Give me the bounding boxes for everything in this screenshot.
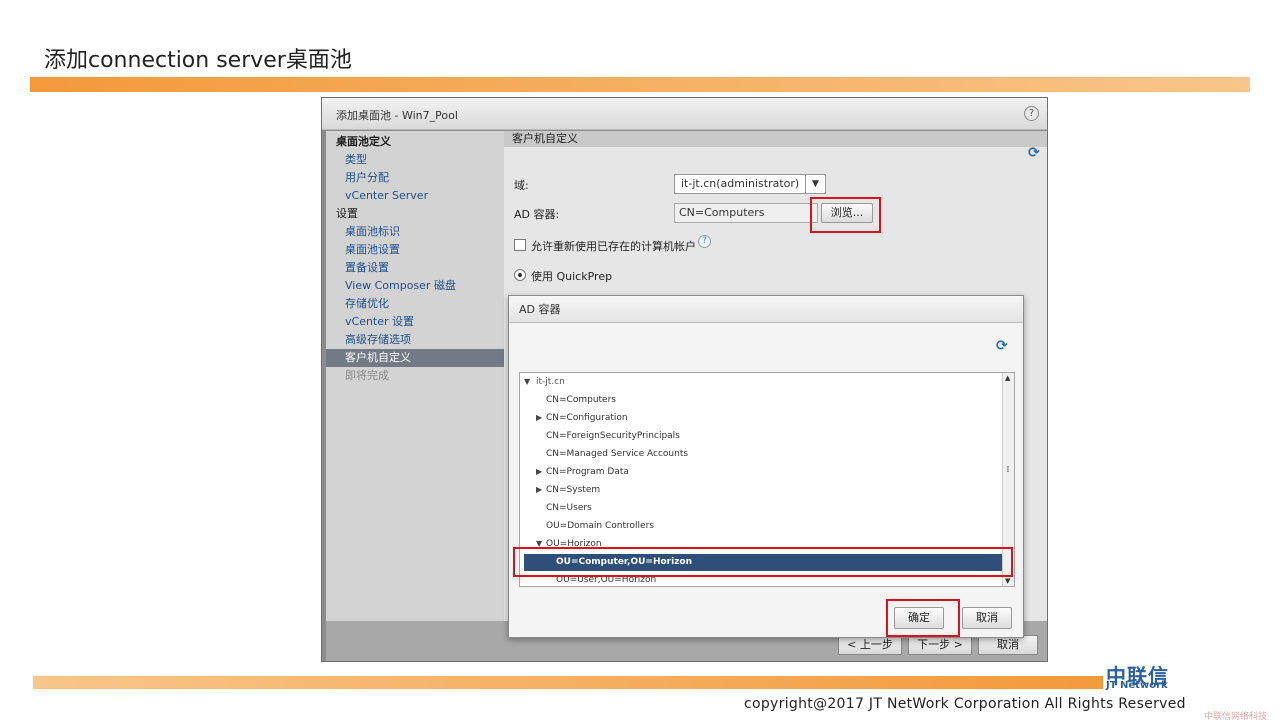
domain-value: it-jt.cn(administrator)	[681, 177, 800, 190]
sidebar-item-pool-id[interactable]: 桌面池标识	[326, 223, 504, 241]
collapsed-arrow-icon[interactable]: ▶	[536, 485, 542, 494]
tree-item-program-data[interactable]: CN=Program Data	[546, 467, 629, 477]
tree-item-foreign-principals[interactable]: CN=ForeignSecurityPrincipals	[546, 431, 680, 441]
sidebar-item-storage-optimization[interactable]: 存储优化	[326, 295, 504, 313]
slide-title: 添加connection server桌面池	[44, 48, 352, 73]
refresh-icon[interactable]: ⟳	[1028, 145, 1040, 161]
domain-select[interactable]: it-jt.cn(administrator) ▼	[674, 174, 826, 194]
highlight-browse-box	[810, 197, 881, 233]
collapsed-arrow-icon[interactable]: ▶	[536, 413, 542, 422]
tree-item-domain-controllers[interactable]: OU=Domain Controllers	[546, 521, 654, 531]
dialog-refresh-icon[interactable]: ⟳	[996, 338, 1008, 354]
help-icon[interactable]: ?	[1024, 106, 1039, 121]
sidebar-item-type[interactable]: 类型	[326, 151, 504, 169]
dialog-title: AD 容器	[509, 296, 1023, 323]
sidebar-section-pool-definition: 桌面池定义	[336, 135, 391, 148]
reuse-accounts-label: 允许重新使用已存在的计算机帐户	[531, 240, 696, 253]
window-titlebar: 添加桌面池 - Win7_Pool ?	[322, 98, 1047, 130]
highlight-ok-box	[886, 599, 960, 637]
tree-item-users[interactable]: CN=Users	[546, 503, 592, 513]
scroll-grip-icon[interactable]: ⁞⁞	[1006, 465, 1009, 475]
scroll-down-icon[interactable]: ▼	[1005, 577, 1010, 585]
sidebar-item-vcenter-settings[interactable]: vCenter 设置	[326, 313, 504, 331]
bottom-accent-bar	[33, 676, 1103, 689]
sidebar-item-advanced-storage[interactable]: 高级存储选项	[326, 331, 504, 349]
quickprep-label: 使用 QuickPrep	[531, 270, 613, 283]
sidebar-item-composer-disks[interactable]: View Composer 磁盘	[326, 277, 504, 295]
tree-item-system[interactable]: CN=System	[546, 485, 600, 495]
sidebar-item-ready-to-complete: 即将完成	[345, 369, 389, 382]
dialog-cancel-button[interactable]: 取消	[962, 607, 1012, 629]
copyright-text: copyright@2017 JT NetWork Corporation Al…	[744, 696, 1186, 712]
tree-root[interactable]: it-jt.cn	[536, 377, 565, 387]
sidebar-item-provisioning[interactable]: 置备设置	[326, 259, 504, 277]
company-logo-en: JT Network	[1106, 680, 1168, 691]
watermark-text: 中联信网络科技	[1204, 712, 1268, 722]
ad-container-dialog: AD 容器 ⟳ ▼ it-jt.cn CN=Computers ▶ CN=Con…	[508, 295, 1024, 638]
highlight-selection-box	[513, 547, 1013, 577]
tree-item-computers[interactable]: CN=Computers	[546, 395, 616, 405]
next-button[interactable]: 下一步 >	[908, 635, 972, 655]
window-title: 添加桌面池 - Win7_Pool	[336, 109, 458, 122]
quickprep-radio[interactable]	[514, 269, 526, 281]
sidebar-item-guest-customization[interactable]: 客户机自定义	[326, 349, 504, 367]
scroll-up-icon[interactable]: ▲	[1005, 374, 1010, 382]
help-question-icon[interactable]: ?	[698, 235, 711, 248]
chevron-down-icon: ▼	[805, 175, 825, 193]
prev-button[interactable]: < 上一步	[838, 635, 902, 655]
ad-container-field[interactable]: CN=Computers	[674, 203, 818, 223]
sidebar-item-user-assignment[interactable]: 用户分配	[326, 169, 504, 187]
sidebar-item-pool-settings[interactable]: 桌面池设置	[326, 241, 504, 259]
tree-item-managed-accounts[interactable]: CN=Managed Service Accounts	[546, 449, 688, 459]
domain-label: 域:	[514, 179, 529, 192]
pane-header: 客户机自定义	[504, 131, 1047, 147]
ad-container-label: AD 容器:	[514, 208, 560, 221]
top-accent-bar	[30, 77, 1250, 92]
wizard-sidebar: 桌面池定义 类型 用户分配 vCenter Server 设置 桌面池标识 桌面…	[326, 131, 504, 661]
tree-item-configuration[interactable]: CN=Configuration	[546, 413, 628, 423]
wizard-screenshot: 添加桌面池 - Win7_Pool ? 桌面池定义 类型 用户分配 vCente…	[321, 97, 1048, 662]
expanded-arrow-icon[interactable]: ▼	[524, 377, 530, 386]
wizard-cancel-button[interactable]: 取消	[978, 635, 1038, 655]
collapsed-arrow-icon[interactable]: ▶	[536, 467, 542, 476]
sidebar-item-vcenter-server[interactable]: vCenter Server	[326, 187, 504, 205]
reuse-accounts-checkbox[interactable]	[514, 239, 526, 251]
sidebar-section-settings: 设置	[336, 207, 358, 220]
